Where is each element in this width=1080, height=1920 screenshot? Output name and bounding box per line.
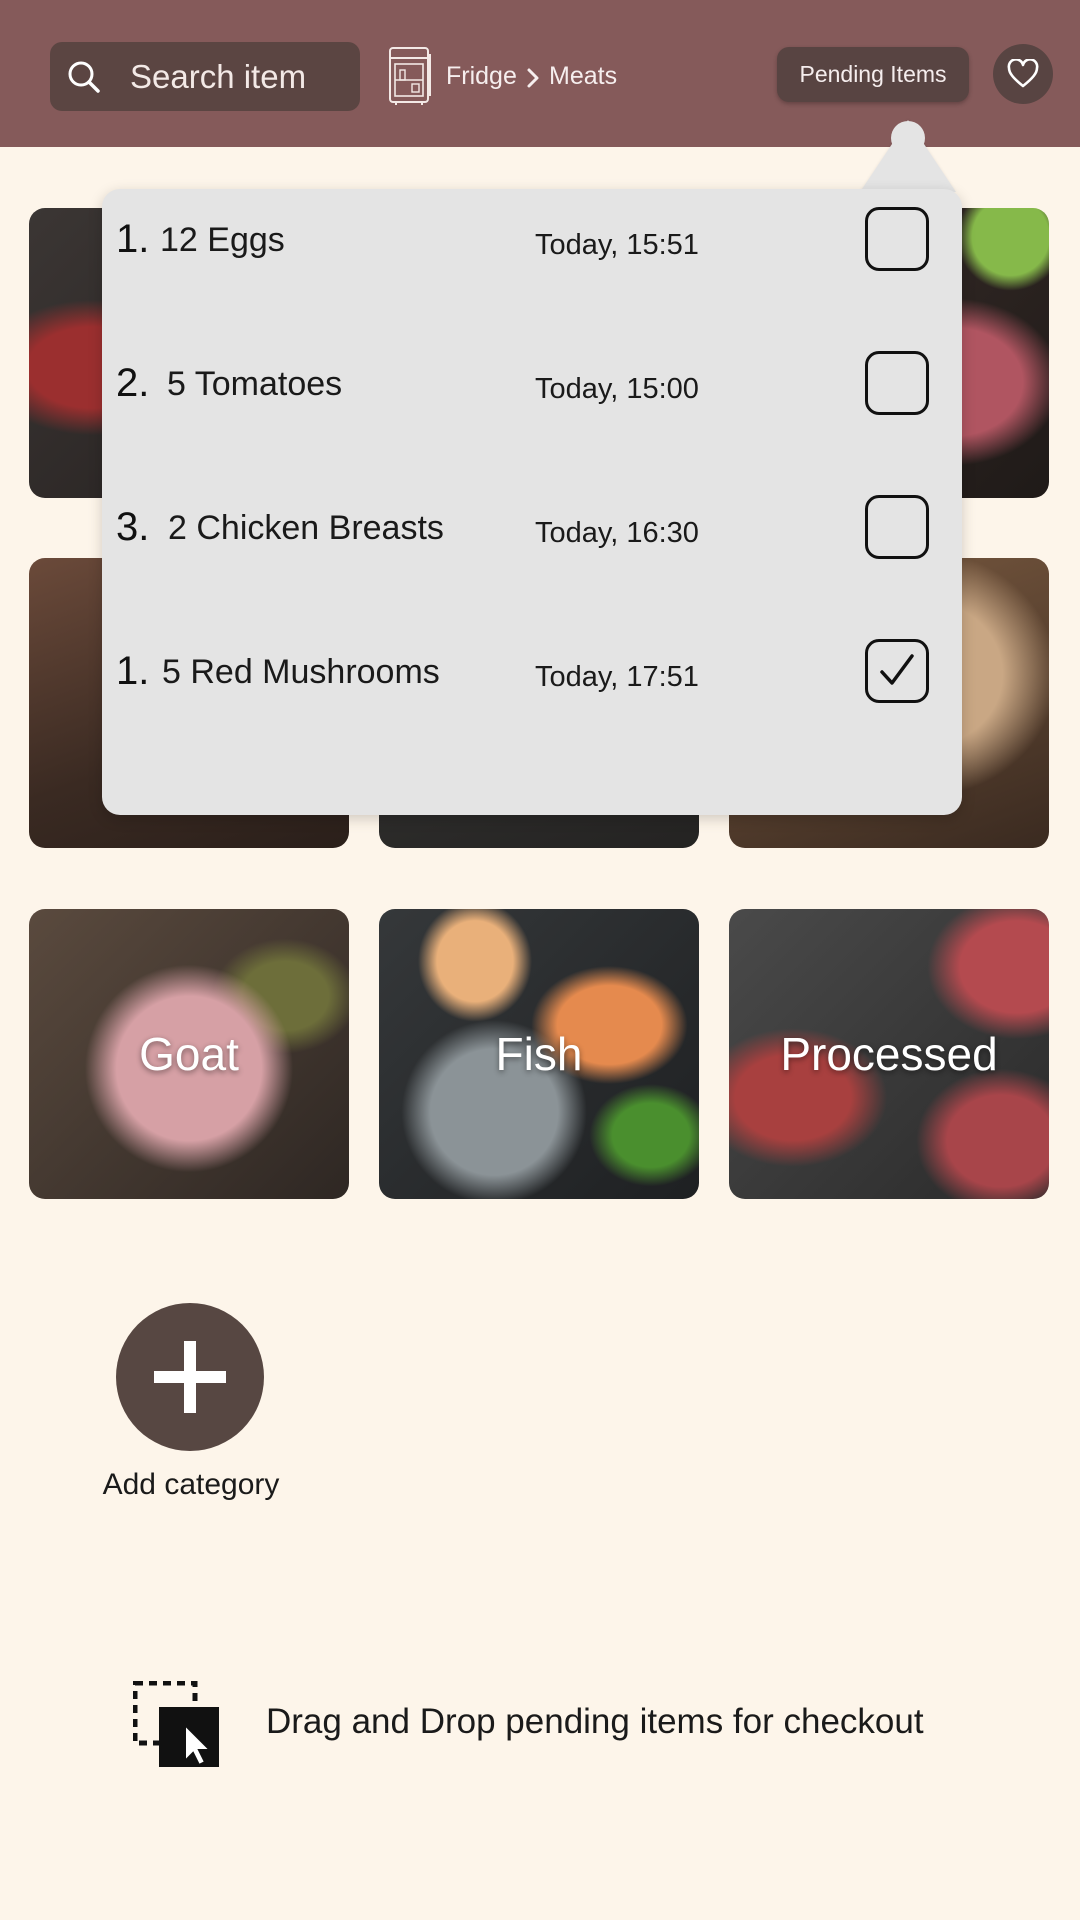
pending-item-number: 1. <box>116 649 150 693</box>
pending-item-name: 5 Tomatoes <box>167 365 343 403</box>
pending-item-checkbox-checked[interactable] <box>865 639 929 703</box>
pending-item-name: 12 Eggs <box>160 221 285 259</box>
add-category-button[interactable] <box>116 1303 264 1451</box>
pending-item-row[interactable]: 3. 2 Chicken Breasts Today, 16:30 <box>102 495 962 595</box>
pending-items-button[interactable]: Pending Items <box>777 47 969 102</box>
plus-icon <box>154 1341 226 1413</box>
fridge-icon[interactable] <box>388 46 434 106</box>
pending-item-time: Today, 16:30 <box>535 517 699 549</box>
search-placeholder: Search item <box>130 57 307 95</box>
drag-drop-icon <box>133 1681 219 1767</box>
category-label: Goat <box>139 1028 239 1080</box>
chevron-right-icon <box>527 68 539 88</box>
pending-item-checkbox[interactable] <box>865 351 929 415</box>
search-input[interactable]: Search item <box>50 42 360 111</box>
pending-item-checkbox[interactable] <box>865 207 929 271</box>
favorites-button[interactable] <box>993 44 1053 104</box>
pending-item-number: 2. <box>116 361 150 405</box>
drag-drop-hint: Drag and Drop pending items for checkout <box>266 1702 924 1741</box>
breadcrumb-fridge[interactable]: Fridge <box>446 62 517 91</box>
category-tile-goat[interactable]: Goat <box>29 909 349 1199</box>
category-tile-fish[interactable]: Fish <box>379 909 699 1199</box>
category-tile-processed[interactable]: Processed <box>729 909 1049 1199</box>
pending-item-time: Today, 17:51 <box>535 661 699 693</box>
pending-item-number: 1. <box>116 217 150 261</box>
pending-items-popover: 1. 12 Eggs Today, 15:51 2. 5 Tomatoes To… <box>102 189 962 815</box>
pending-item-number: 3. <box>116 505 150 549</box>
category-label: Processed <box>780 1028 998 1080</box>
pending-item-time: Today, 15:00 <box>535 373 699 405</box>
pending-item-name: 2 Chicken Breasts <box>168 509 444 547</box>
pending-item-row[interactable]: 1. 12 Eggs Today, 15:51 <box>102 207 962 307</box>
pending-item-name: 5 Red Mushrooms <box>162 653 440 691</box>
pending-item-time: Today, 15:51 <box>535 229 699 261</box>
pending-item-row[interactable]: 1. 5 Red Mushrooms Today, 17:51 <box>102 639 962 739</box>
heart-icon <box>1007 59 1039 88</box>
search-icon <box>68 61 100 93</box>
checkmark-icon <box>880 654 914 685</box>
popover-pointer-tip <box>891 121 925 155</box>
pending-item-checkbox[interactable] <box>865 495 929 559</box>
pending-item-row[interactable]: 2. 5 Tomatoes Today, 15:00 <box>102 351 962 451</box>
category-label: Fish <box>495 1028 583 1080</box>
breadcrumb-meats[interactable]: Meats <box>549 62 617 91</box>
add-category-label: Add category <box>102 1468 280 1501</box>
